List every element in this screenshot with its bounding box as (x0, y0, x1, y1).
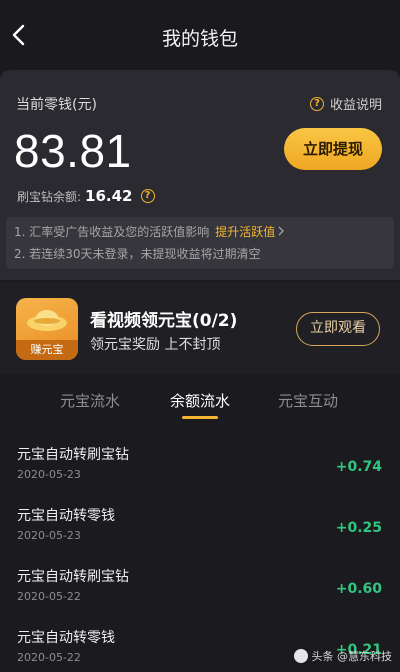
page-title: 我的钱包 (161, 28, 238, 50)
chevron-right-icon (278, 226, 285, 236)
record-date: 2020-05-23 (17, 529, 81, 542)
record-date: 2020-05-22 (17, 651, 81, 664)
diamond-balance-row: 刷宝钻余额: 16.42 ? (17, 187, 155, 205)
diamond-balance-value: 16.42 (85, 187, 133, 205)
boost-activity-link[interactable]: 提升活跃值 (215, 225, 285, 239)
watermark-text: 头条 @慧东科技 (311, 650, 393, 663)
promo-title: 看视频领元宝(0/2) (90, 311, 238, 331)
withdraw-button[interactable]: 立即提现 (284, 128, 382, 170)
note-line-1-text: 1. 汇率受广告收益及您的活跃值影响 (14, 225, 210, 239)
list-item: 元宝自动转刷宝钻 2020-05-22 +0.60 (0, 560, 400, 622)
boost-activity-label: 提升活跃值 (215, 225, 276, 239)
wallet-notes: 1. 汇率受广告收益及您的活跃值影响 提升活跃值 2. 若连续30天未登录，未提现… (6, 217, 394, 269)
ingot-shape-icon (27, 310, 67, 331)
record-title: 元宝自动转刷宝钻 (17, 447, 129, 463)
promo-subtitle: 领元宝奖励 上不封顶 (90, 337, 221, 353)
tab-balance-ledger[interactable]: 余额流水 (150, 390, 250, 411)
balance-label: 当前零钱(元) (16, 97, 97, 113)
promo-icon-label: 赚元宝 (16, 340, 78, 360)
watermark-logo-icon (293, 649, 308, 663)
gold-ingot-icon[interactable]: 赚元宝 (16, 298, 78, 360)
record-title: 元宝自动转零钱 (17, 508, 115, 524)
earnings-help-label: 收益说明 (329, 98, 382, 113)
diamond-balance-label: 刷宝钻余额: (17, 189, 82, 204)
record-amount: +0.60 (335, 581, 382, 597)
list-item: 元宝自动转刷宝钻 2020-05-23 +0.74 (0, 438, 400, 500)
tab-ingot-ledger[interactable]: 元宝流水 (40, 390, 140, 411)
watch-now-button[interactable]: 立即观看 (296, 312, 380, 346)
record-date: 2020-05-23 (17, 468, 81, 481)
earnings-help-link[interactable]: ? 收益说明 (309, 94, 382, 113)
list-item: 元宝自动转零钱 2020-05-23 +0.25 (0, 499, 400, 561)
navbar: 我的钱包 (0, 0, 400, 70)
tab-ingot-interaction[interactable]: 元宝互动 (258, 390, 358, 411)
balance-amount: 83.81 (14, 125, 132, 177)
record-title: 元宝自动转零钱 (17, 630, 115, 646)
watch-video-promo: 赚元宝 看视频领元宝(0/2) 领元宝奖励 上不封顶 立即观看 (0, 282, 400, 374)
record-amount: +0.74 (335, 459, 382, 475)
wallet-card: 当前零钱(元) ? 收益说明 83.81 立即提现 刷宝钻余额: 16.42 ?… (0, 70, 400, 280)
list-item: 元宝自动转零钱 2020-05-22 +0.21 (0, 621, 400, 672)
record-date: 2020-05-22 (17, 590, 81, 603)
ledger-tabs: 元宝流水 余额流水 元宝互动 (0, 376, 400, 424)
note-line-1: 1. 汇率受广告收益及您的活跃值影响 提升活跃值 (14, 221, 386, 243)
record-title: 元宝自动转刷宝钻 (17, 569, 129, 585)
question-icon: ? (309, 96, 324, 111)
watermark: 头条 @慧东科技 (293, 648, 393, 664)
active-tab-indicator (182, 416, 218, 419)
note-line-2: 2. 若连续30天未登录，未提现收益将过期清空 (14, 247, 261, 261)
question-icon[interactable]: ? (140, 189, 155, 203)
record-amount: +0.25 (335, 520, 382, 536)
